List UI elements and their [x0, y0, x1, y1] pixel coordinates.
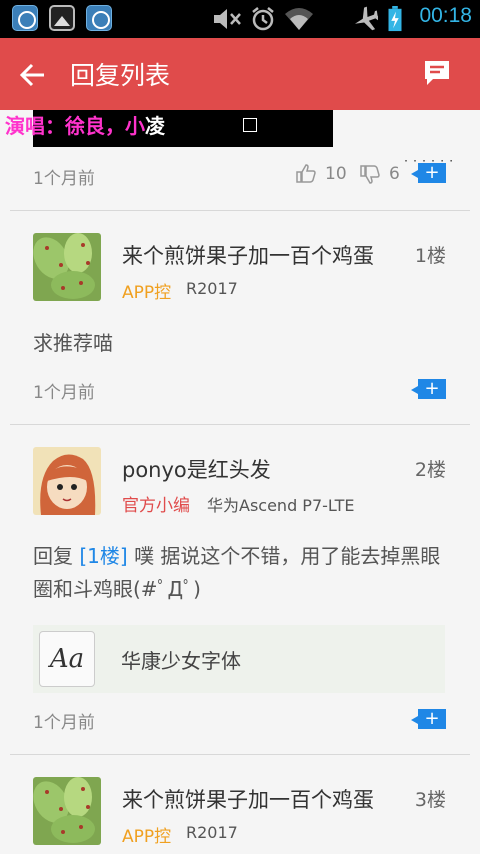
floor-reference-link[interactable]: [1楼]: [79, 544, 127, 568]
font-attachment-card[interactable]: Aa 华康少女字体: [33, 625, 445, 693]
floor-number: 2楼: [414, 459, 446, 481]
floor-number: 3楼: [414, 789, 446, 811]
comment-icon[interactable]: [424, 60, 450, 86]
device-name: R2017: [186, 279, 238, 298]
lyrics-overlay-pink: 演唱：徐良，小: [5, 114, 145, 138]
battery-charging-icon: [388, 6, 402, 32]
divider: [10, 424, 470, 425]
divider: [10, 210, 470, 211]
avatar[interactable]: [33, 447, 101, 515]
thumbs-down-icon[interactable]: [360, 165, 380, 185]
divider: [10, 754, 470, 755]
username[interactable]: ponyo是红头发: [122, 454, 392, 484]
baidu-icon: [86, 5, 112, 31]
gallery-icon: [49, 5, 75, 31]
reply-plus-button[interactable]: +: [411, 379, 446, 399]
floor-number: 1楼: [414, 245, 446, 267]
reply-label: 回复: [33, 544, 73, 568]
post-time: 1个月前: [33, 383, 95, 403]
post-content-text: 求推荐喵: [33, 331, 113, 355]
page-title: 回复列表: [70, 61, 171, 90]
reply-plus-button[interactable]: +: [411, 709, 446, 729]
baidu-icon: [12, 5, 38, 31]
username[interactable]: 来个煎饼果子加一百个鸡蛋: [122, 240, 392, 270]
post-content: 回复 [1楼] 噗 据说这个不错，用了能去掉黑眼圈和斗鸡眼(#ﾟДﾟ): [33, 540, 453, 606]
font-name: 华康少女字体: [121, 649, 241, 673]
post-time: 1个月前: [33, 169, 95, 189]
avatar[interactable]: [33, 777, 101, 845]
status-bar: 00:18: [0, 0, 480, 38]
lyrics-overlay-white: 凌: [145, 114, 165, 138]
user-tag: APP控: [122, 283, 172, 303]
app-bar: 回复列表: [0, 38, 480, 110]
reply-plus-button[interactable]: +: [411, 163, 446, 183]
user-tag: APP控: [122, 827, 172, 847]
dislike-count: 6: [389, 164, 400, 184]
username[interactable]: 来个煎饼果子加一百个鸡蛋: [122, 784, 392, 814]
post-time: 1个月前: [33, 713, 95, 733]
device-name: 华为Ascend P7-LTE: [207, 496, 355, 515]
wifi-icon: [285, 8, 313, 30]
avatar[interactable]: [33, 233, 101, 301]
font-preview-thumbnail: Aa: [39, 631, 95, 687]
post-content: 求推荐喵: [33, 327, 453, 360]
user-tag: 官方小编: [122, 496, 190, 516]
overlay-square-icon: [243, 118, 257, 132]
alarm-icon: [252, 7, 274, 31]
airplane-icon: [355, 6, 378, 31]
mute-icon: [214, 9, 241, 29]
thumbs-up-icon[interactable]: [296, 163, 316, 183]
arrow-left-icon[interactable]: [18, 60, 48, 90]
device-name: R2017: [186, 823, 238, 842]
lyrics-overlay-text: 演唱：徐良，小凌: [5, 110, 165, 139]
status-time: 00:18: [419, 4, 472, 27]
like-count: 10: [325, 164, 347, 184]
